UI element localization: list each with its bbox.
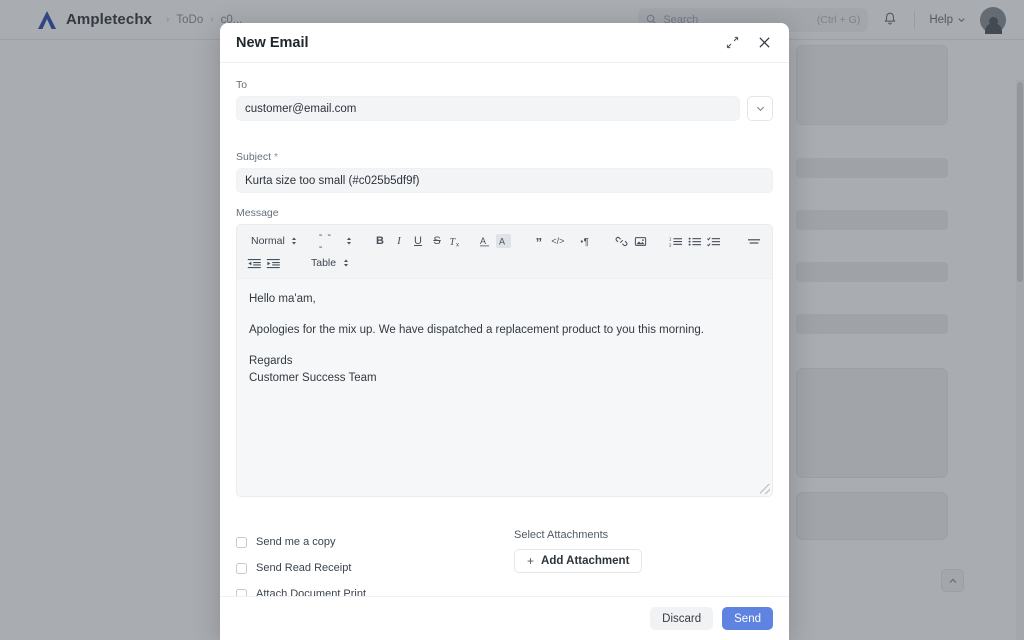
editor-toolbar: Normal - - - B I U S T x A A ” </> ¶ 1 2…: [237, 225, 772, 279]
svg-text:1: 1: [669, 236, 672, 241]
highlight-color-icon[interactable]: A: [494, 231, 513, 251]
expand-diagonal-icon[interactable]: [723, 34, 741, 52]
outdent-icon[interactable]: [245, 253, 264, 273]
rich-text-editor: Normal - - - B I U S T x A A ” </> ¶ 1 2…: [236, 224, 773, 497]
subject-input[interactable]: Kurta size too small (#c025b5df9f): [236, 168, 773, 193]
toolbar-row-1: Normal - - - B I U S T x A A ” </> ¶ 1 2: [245, 229, 764, 253]
close-icon[interactable]: [755, 34, 773, 52]
svg-text:A: A: [480, 236, 486, 246]
checklist-icon[interactable]: [704, 231, 723, 251]
dialog-header-actions: [723, 34, 773, 52]
message-label: Message: [236, 207, 279, 219]
option-read-receipt[interactable]: Send Read Receipt: [236, 555, 514, 581]
add-attachment-button[interactable]: + Add Attachment: [514, 549, 643, 573]
message-paragraph: Customer Success Team: [249, 372, 377, 385]
select-attachments-label: Select Attachments: [514, 529, 609, 541]
underline-icon[interactable]: U: [409, 231, 428, 251]
to-field-row: customer@email.com: [236, 96, 773, 121]
attach-document-print-label: Attach Document Print: [256, 588, 367, 596]
read-receipt-checkbox[interactable]: [236, 562, 247, 574]
read-receipt-label: Send Read Receipt: [256, 562, 352, 574]
checkbox-column: Send me a copy Send Read Receipt Attach …: [236, 529, 514, 596]
subject-label: Subject *: [236, 151, 773, 163]
image-icon[interactable]: [631, 231, 650, 251]
table-menu-caret-icon[interactable]: [340, 257, 351, 269]
link-icon[interactable]: [612, 231, 631, 251]
text-direction-icon[interactable]: ¶: [577, 231, 596, 251]
message-field: Message Normal - - - B I U S T x A A ” <…: [236, 207, 773, 497]
dialog-body: To customer@email.com Subject * Kurta si…: [220, 63, 789, 596]
to-label: To: [236, 79, 248, 91]
subject-field: Subject * Kurta size too small (#c025b5d…: [236, 151, 773, 193]
ordered-list-icon[interactable]: 1 2: [666, 231, 685, 251]
bold-icon[interactable]: B: [371, 231, 390, 251]
subject-label-text: Subject: [236, 151, 272, 163]
to-input[interactable]: customer@email.com: [236, 96, 740, 121]
message-body[interactable]: Hello ma'am, Apologies for the mix up. W…: [237, 279, 772, 496]
code-block-icon[interactable]: </>: [548, 231, 567, 251]
font-select-caret-icon[interactable]: [344, 235, 355, 247]
option-send-copy[interactable]: Send me a copy: [236, 529, 514, 555]
style-select-label[interactable]: Normal: [245, 235, 289, 247]
send-copy-checkbox[interactable]: [236, 536, 247, 548]
send-copy-label: Send me a copy: [256, 536, 336, 548]
message-paragraph: Regards: [249, 354, 293, 367]
align-icon[interactable]: [745, 231, 764, 251]
svg-text:A: A: [499, 237, 505, 247]
option-attach-document-print[interactable]: Attach Document Print: [236, 581, 514, 596]
to-dropdown-button[interactable]: [747, 96, 773, 121]
blockquote-icon[interactable]: ”: [529, 231, 548, 251]
editor-resize-handle[interactable]: [760, 484, 770, 494]
toolbar-row-2: Table: [245, 252, 764, 274]
discard-button[interactable]: Discard: [650, 607, 714, 630]
svg-text:x: x: [456, 242, 459, 248]
font-color-icon[interactable]: A: [475, 231, 494, 251]
font-select-label[interactable]: - - -: [316, 229, 344, 253]
svg-text:¶: ¶: [583, 237, 588, 248]
clear-format-icon[interactable]: T x: [447, 231, 466, 251]
attachments-column: Select Attachments + Add Attachment: [514, 529, 643, 596]
email-options: Send me a copy Send Read Receipt Attach …: [236, 529, 773, 596]
message-paragraph: Hello ma'am,: [249, 293, 316, 305]
italic-icon[interactable]: I: [390, 231, 409, 251]
dialog-title: New Email: [236, 34, 309, 51]
new-email-dialog: New Email To customer@email.com Subject …: [220, 23, 789, 640]
add-attachment-label: Add Attachment: [541, 555, 630, 567]
dialog-header: New Email: [220, 23, 789, 63]
send-button[interactable]: Send: [722, 607, 773, 630]
bullet-list-icon[interactable]: [685, 231, 704, 251]
required-marker: *: [273, 151, 279, 163]
indent-icon[interactable]: [264, 253, 283, 273]
plus-icon: +: [527, 554, 535, 568]
style-select-caret-icon[interactable]: [289, 235, 300, 247]
message-paragraph: Apologies for the mix up. We have dispat…: [249, 323, 704, 336]
strikethrough-icon[interactable]: S: [428, 231, 447, 251]
dialog-footer: Discard Send: [220, 596, 789, 640]
table-menu-label[interactable]: Table: [305, 257, 340, 269]
svg-text:2: 2: [669, 242, 672, 247]
chevron-down-icon: [756, 106, 764, 112]
attach-document-print-checkbox[interactable]: [236, 588, 247, 596]
